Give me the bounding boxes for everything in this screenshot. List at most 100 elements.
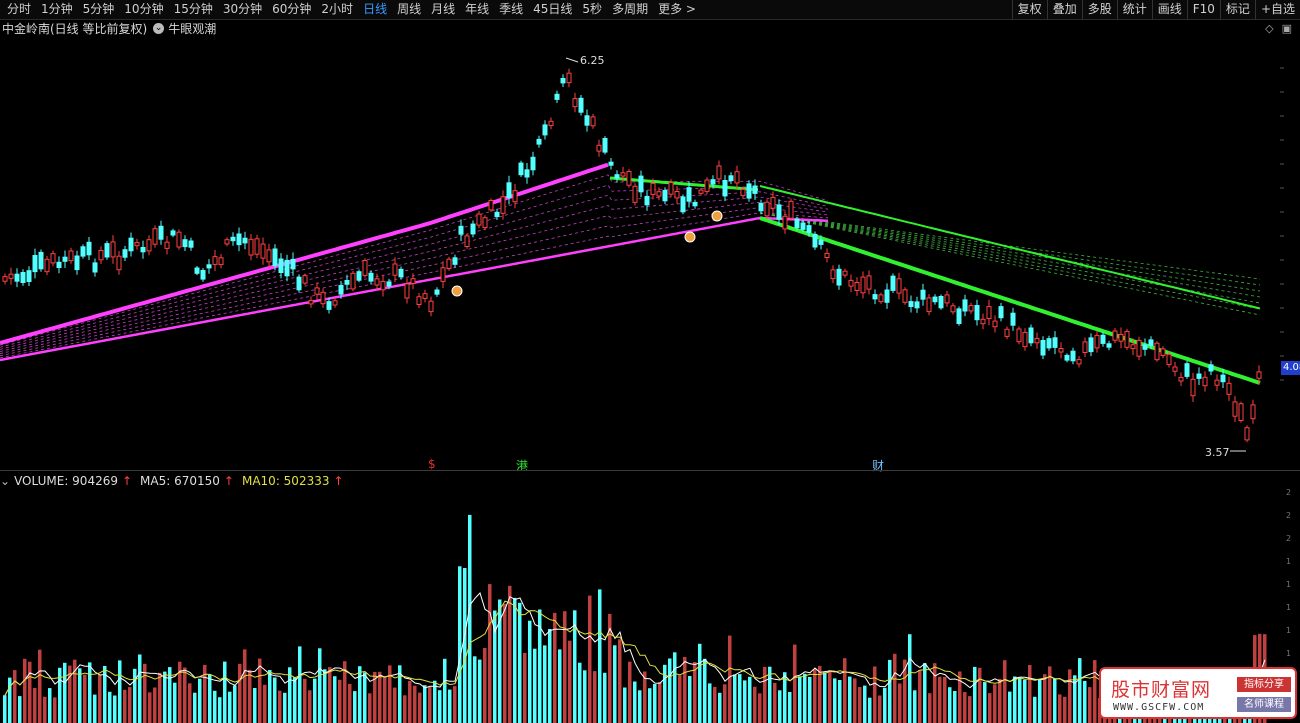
candle-body [1190,378,1196,397]
volume-bar [688,676,692,723]
candle-body [698,189,704,194]
volume-scale-label: 1 [1286,649,1292,658]
volume-bar [208,674,212,723]
period-tab-2[interactable]: 5分钟 [78,0,120,19]
volume-bar [723,684,727,723]
candle-body [1046,338,1052,349]
volume-bar [943,676,947,723]
candle-body [1202,376,1208,387]
candle-body [392,263,398,276]
candle-body [692,202,698,207]
ma-ribbon-dashed-green [759,212,1261,310]
event-marker-finance[interactable]: 财 [872,457,884,474]
candle-body [362,260,368,276]
volume-bar [453,686,457,723]
period-tab-15[interactable]: 多周期 [607,0,653,19]
period-tab-5[interactable]: 30分钟 [218,0,267,19]
candle-body [242,237,248,244]
period-tab-7[interactable]: 2小时 [316,0,358,19]
volume-bar [838,680,842,723]
candle-body [1238,403,1244,422]
event-marker-dollar[interactable]: $ [428,457,436,471]
candle-body [998,306,1004,319]
toolbar-button-3[interactable]: 统计 [1116,0,1152,19]
toolbar-button-5[interactable]: F10 [1186,0,1220,19]
diamond-icon[interactable]: ◇ [1265,22,1273,35]
candle-body [488,200,494,211]
period-tab-16[interactable]: 更多 > [653,0,701,19]
period-tab-11[interactable]: 年线 [460,0,494,19]
event-marker-hk[interactable]: 港 [516,457,528,474]
period-tab-6[interactable]: 60分钟 [267,0,316,19]
candle-body [944,294,950,304]
period-tab-0[interactable]: 分时 [2,0,36,19]
candle-body [380,280,386,291]
volume-bar [138,654,142,723]
candle-body [644,195,650,206]
candle-body [950,305,956,313]
candle-body [1106,343,1112,348]
volume-bar [33,687,37,723]
candle-body [1148,339,1154,347]
toolbar-button-6[interactable]: 标记 [1219,0,1255,19]
indicator-name[interactable]: 牛眼观潮 [168,20,216,37]
period-tab-9[interactable]: 周线 [392,0,426,19]
volume-bar [568,640,572,723]
toolbar-button-2[interactable]: 多股 [1081,0,1117,19]
toolbar-button-7[interactable]: +自选 [1254,0,1300,19]
volume-bar [58,667,62,723]
period-tab-12[interactable]: 季线 [494,0,528,19]
volume-scale-label: 2 [1286,534,1292,543]
volume-bar [503,603,507,723]
volume-bar [433,680,437,723]
candle-body [1142,344,1148,350]
volume-bar [1043,674,1047,723]
candle-body [290,258,296,270]
candle-body [26,270,32,282]
candle-body [296,276,302,291]
toolbar-button-4[interactable]: 画线 [1151,0,1187,19]
volume-bar [488,584,492,723]
volume-bar [338,679,342,723]
candle-body [1160,348,1166,356]
period-tab-1[interactable]: 1分钟 [36,0,78,19]
candle-body [1208,364,1214,372]
chart-info-bar: 中金岭南(日线 等比前复权) ⌄ 牛眼观潮 [0,20,216,37]
candle-body [668,182,674,195]
toolbar-button-0[interactable]: 复权 [1011,0,1047,19]
candle-body [446,258,452,269]
volume-bar [263,684,267,723]
indicator-dropdown-icon[interactable]: ⌄ [153,23,165,34]
volume-bar [303,678,307,723]
candle-body [416,296,422,305]
period-tab-10[interactable]: 月线 [426,0,460,19]
candle-body [878,294,884,303]
candle-body [320,291,326,305]
window-icon[interactable]: ▣ [1282,22,1292,35]
volume-bar [998,678,1002,723]
volume-bar [393,687,397,723]
volume-bar [698,643,702,723]
price-chart[interactable] [0,38,1300,470]
volume-bar [948,687,952,723]
period-tab-3[interactable]: 10分钟 [119,0,168,19]
ma-ribbon-dashed-magenta [0,196,829,352]
period-tab-4[interactable]: 15分钟 [169,0,218,19]
volume-bar [888,659,892,723]
candle-body [332,300,338,306]
period-tab-14[interactable]: 5秒 [577,0,607,19]
volume-bar [873,666,877,723]
volume-bar [233,685,237,723]
toolbar-button-1[interactable]: 叠加 [1046,0,1082,19]
candle-body [14,273,20,282]
volume-bar [78,668,82,723]
volume-bar [368,693,372,723]
pane-divider[interactable] [0,470,1300,471]
volume-bar [1063,696,1067,723]
period-toolbar: 分时 1分钟 5分钟 10分钟 15分钟 30分钟 60分钟 2小时 日线 周线 月线 年线 季线 45日… [0,0,1300,20]
period-tab-13[interactable]: 45日线 [528,0,577,19]
candle-body [194,267,200,274]
candle-body [374,278,380,286]
candle-body [854,282,860,291]
period-tab-8[interactable]: 日线 [358,0,392,19]
